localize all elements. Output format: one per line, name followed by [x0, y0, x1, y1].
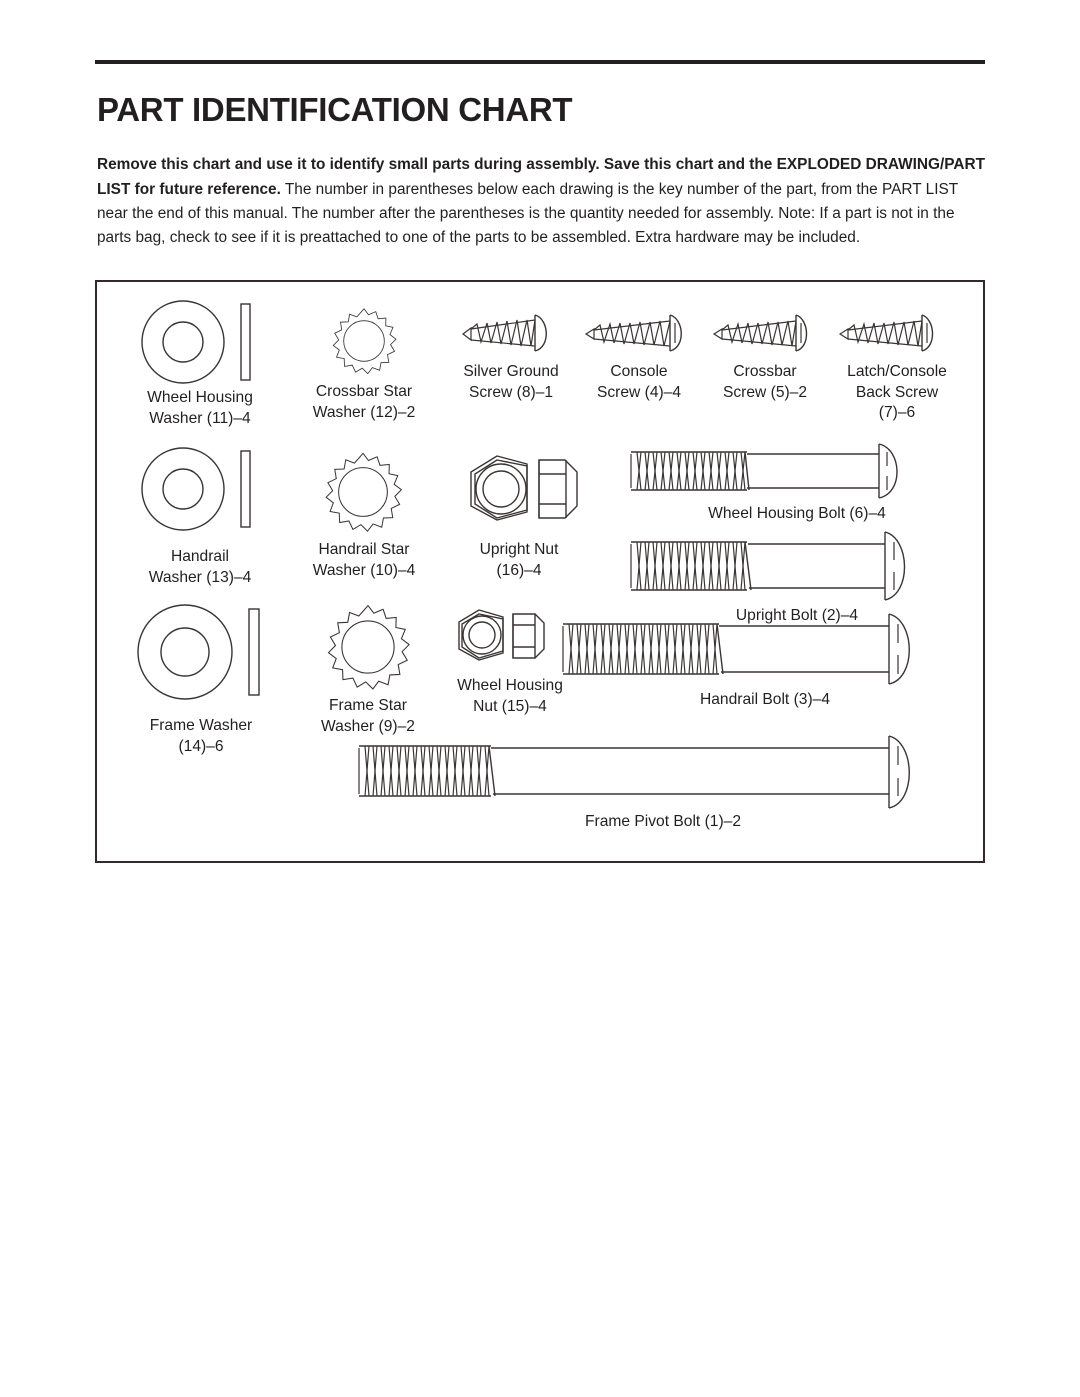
- bolt-icon: [627, 530, 927, 602]
- part-label: Frame Washer (14)–6: [149, 717, 253, 755]
- part-label: Handrail Star Washer (10)–4: [312, 541, 416, 579]
- flat-washer-icon: [133, 447, 265, 531]
- title-rule: [95, 60, 985, 64]
- star-washer-icon: [321, 450, 405, 534]
- part-label: Upright Nut (16)–4: [479, 541, 559, 579]
- hex-nut-icon: [451, 606, 569, 670]
- part-identification-chart-box: Wheel Housing Washer (11)–4 Crossbar Sta…: [95, 280, 985, 863]
- page: PART IDENTIFICATION CHART Remove this ch…: [0, 0, 1080, 1397]
- part-label: Console Screw (4)–4: [596, 363, 682, 401]
- flat-washer-icon: [133, 300, 265, 384]
- part-label: Wheel Housing Bolt (6)–4: [708, 505, 886, 522]
- star-washer-icon: [323, 602, 413, 692]
- star-washer-icon: [329, 306, 399, 376]
- part-label: Frame Pivot Bolt (1)–2: [585, 813, 741, 830]
- part-label: Wheel Housing Washer (11)–4: [147, 389, 253, 427]
- part-label: Crossbar Screw (5)–2: [722, 363, 808, 401]
- part-label: Latch/Console Back Screw (7)–6: [847, 363, 947, 421]
- bolt-icon: [559, 612, 931, 686]
- bolt-icon: [627, 442, 919, 500]
- flat-washer-icon: [129, 604, 275, 702]
- hex-nut-icon: [461, 450, 589, 534]
- bolt-icon: [355, 732, 931, 810]
- screw-icon: [710, 310, 820, 356]
- part-label: Frame Star Washer (9)–2: [321, 697, 415, 735]
- part-label: Handrail Washer (13)–4: [148, 548, 252, 586]
- part-label: Crossbar Star Washer (12)–2: [312, 383, 416, 421]
- page-title: PART IDENTIFICATION CHART: [97, 91, 573, 129]
- part-label: Silver Ground Screw (8)–1: [463, 363, 559, 401]
- screw-icon: [457, 310, 557, 356]
- part-label: Handrail Bolt (3)–4: [699, 691, 830, 708]
- screw-icon: [836, 310, 948, 356]
- screw-icon: [582, 310, 696, 356]
- intro-paragraph: Remove this chart and use it to identify…: [97, 153, 987, 250]
